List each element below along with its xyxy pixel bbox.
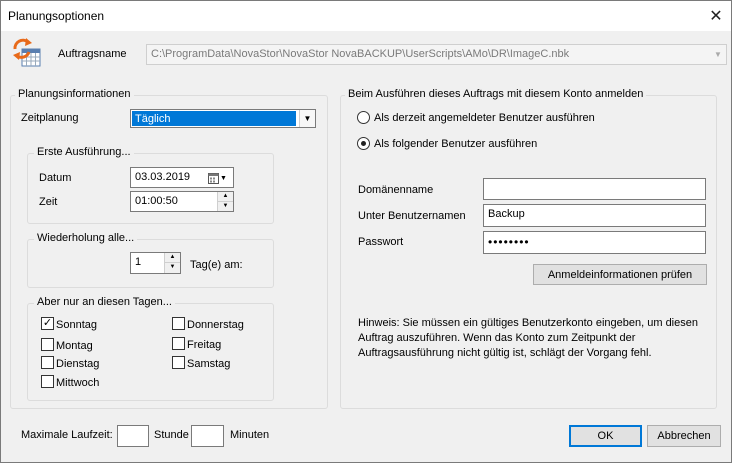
planning-legend: Planungsinformationen	[15, 88, 134, 100]
spin-down-icon[interactable]: ▼	[218, 202, 233, 212]
day-checkbox-label[interactable]: Mittwoch	[56, 377, 99, 389]
job-path-value: C:\ProgramData\NovaStor\NovaStor NovaBAC…	[151, 48, 570, 60]
day-checkbox[interactable]	[172, 317, 185, 330]
calendar-icon[interactable]: ▼	[208, 172, 230, 184]
day-checkbox[interactable]	[41, 338, 54, 351]
minutes-label: Minuten	[230, 429, 270, 441]
spin-up-icon[interactable]: ▲	[218, 192, 233, 202]
schedule-calendar-icon	[11, 37, 43, 69]
job-name-label: Auftragsname	[58, 48, 127, 60]
cancel-button-label: Abbrechen	[657, 430, 711, 442]
first-run-group: Erste Ausführung...	[27, 146, 274, 224]
username-field[interactable]: Backup	[483, 204, 706, 227]
spin-down-icon[interactable]: ▼	[165, 263, 180, 273]
password-label: Passwort	[358, 236, 404, 248]
radio-following-user-label[interactable]: Als folgender Benutzer ausführen	[374, 138, 537, 150]
verify-credentials-label: Anmeldeinformationen prüfen	[547, 268, 693, 281]
radio-following-user[interactable]	[357, 137, 370, 150]
chevron-down-icon[interactable]: ▼	[299, 110, 315, 127]
max-runtime-label: Maximale Laufzeit:	[21, 429, 113, 441]
day-checkbox-label[interactable]: Freitag	[187, 339, 221, 351]
day-checkbox[interactable]: ✓	[41, 317, 54, 330]
date-picker[interactable]: 03.03.2019 ▼	[130, 167, 234, 188]
date-value: 03.03.2019	[135, 171, 191, 183]
day-checkbox[interactable]	[172, 356, 185, 369]
hours-field[interactable]	[117, 425, 149, 447]
time-label: Zeit	[39, 196, 58, 208]
day-checkbox[interactable]	[41, 356, 54, 369]
first-run-legend: Erste Ausführung...	[34, 146, 134, 158]
schedule-select[interactable]: Täglich ▼	[130, 109, 316, 128]
dialog-window: Planungsoptionen ✕ Auftragsname C:\Progr…	[0, 0, 732, 463]
account-legend: Beim Ausführen dieses Auftrags mit diese…	[345, 88, 647, 100]
repeat-stepper[interactable]: 1 ▲ ▼	[130, 252, 181, 274]
domain-field[interactable]	[483, 178, 706, 200]
date-label: Datum	[39, 172, 72, 184]
days-legend: Aber nur an diesen Tagen...	[34, 296, 175, 308]
repeat-unit-label: Tag(e) am:	[190, 259, 243, 271]
username-value: Backup	[488, 208, 525, 220]
day-checkbox-label[interactable]: Dienstag	[56, 358, 99, 370]
ok-button-label: OK	[597, 430, 614, 442]
day-checkbox[interactable]	[172, 337, 185, 350]
repeat-legend: Wiederholung alle...	[34, 232, 138, 244]
close-icon[interactable]: ✕	[701, 1, 731, 31]
hours-label: Stunde	[154, 429, 189, 441]
cancel-button[interactable]: Abbrechen	[647, 425, 721, 447]
day-checkbox[interactable]	[41, 375, 54, 388]
radio-current-user-label[interactable]: Als derzeit angemeldeter Benutzer ausfüh…	[374, 112, 595, 124]
domain-label: Domänenname	[358, 184, 434, 196]
password-field[interactable]: ••••••••	[483, 231, 706, 254]
spin-up-icon[interactable]: ▲	[165, 253, 180, 263]
repeat-spin-buttons[interactable]: ▲ ▼	[164, 253, 180, 273]
username-label: Unter Benutzernamen	[358, 210, 466, 222]
day-checkbox-label[interactable]: Sonntag	[56, 319, 97, 331]
day-checkbox-label[interactable]: Samstag	[187, 358, 230, 370]
window-title: Planungsoptionen	[8, 9, 105, 23]
password-value: ••••••••	[488, 235, 530, 249]
schedule-label: Zeitplanung	[21, 112, 79, 124]
account-hint: Hinweis: Sie müssen ein gültiges Benutze…	[358, 317, 698, 359]
day-checkbox-label[interactable]: Montag	[56, 340, 93, 352]
ok-button[interactable]: OK	[569, 425, 642, 447]
time-stepper[interactable]: 01:00:50 ▲ ▼	[130, 191, 234, 212]
radio-current-user[interactable]	[357, 111, 370, 124]
time-spin-buttons[interactable]: ▲ ▼	[217, 192, 233, 211]
chevron-down-icon: ▼	[220, 174, 227, 182]
chevron-down-icon: ▼	[714, 50, 722, 59]
minutes-field[interactable]	[191, 425, 224, 447]
title-bar: Planungsoptionen ✕	[1, 1, 731, 31]
time-value: 01:00:50	[135, 195, 178, 207]
schedule-value: Täglich	[132, 111, 296, 126]
job-path-combo[interactable]: C:\ProgramData\NovaStor\NovaStor NovaBAC…	[146, 44, 727, 65]
repeat-value: 1	[135, 256, 142, 268]
day-checkbox-label[interactable]: Donnerstag	[187, 319, 244, 331]
verify-credentials-button[interactable]: Anmeldeinformationen prüfen	[533, 264, 707, 285]
